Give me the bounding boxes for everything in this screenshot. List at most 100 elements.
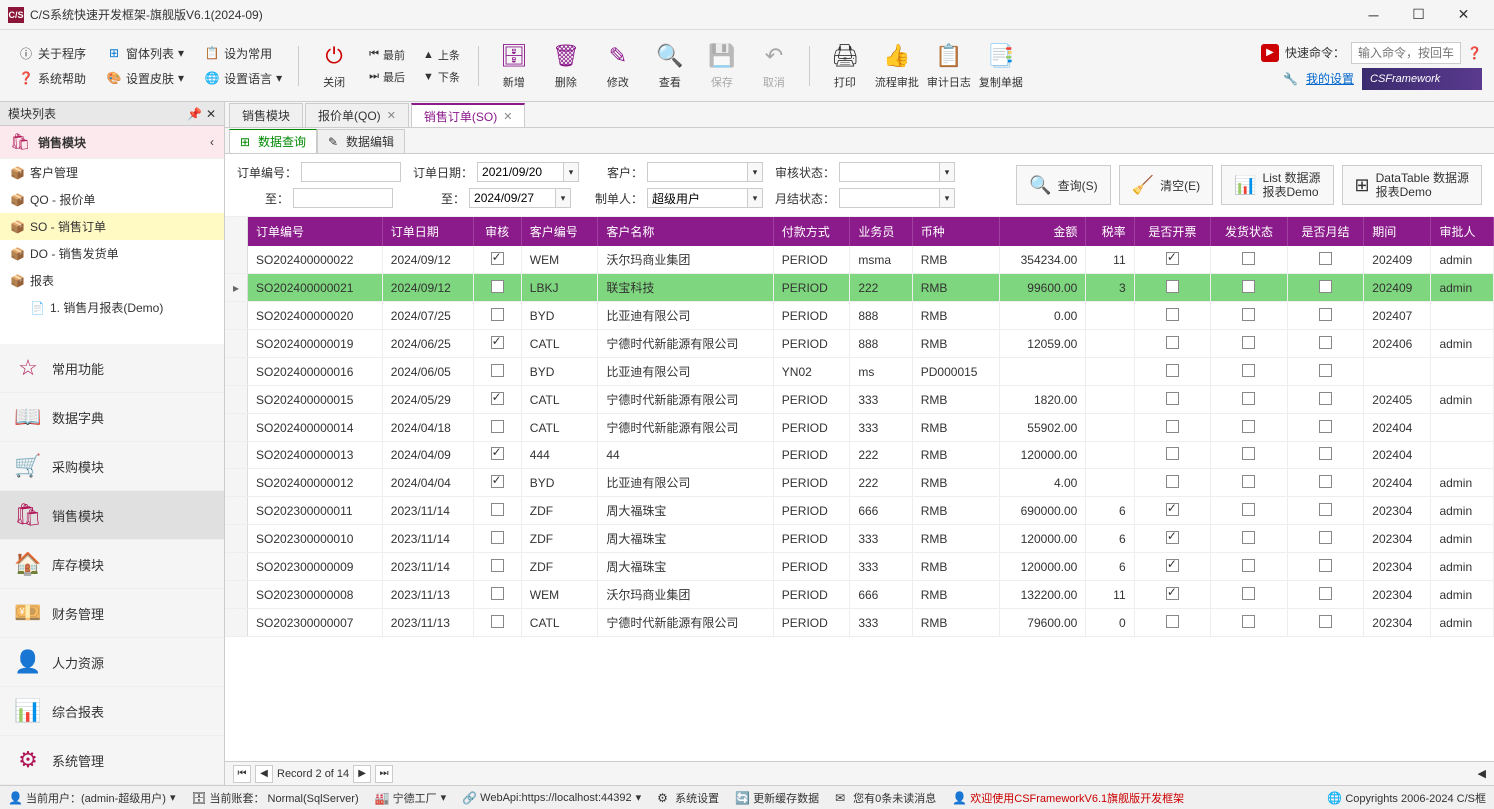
nav-last-button[interactable]: ⏭ <box>375 765 393 783</box>
column-header[interactable]: 订单编号 <box>248 217 383 246</box>
pin-icon[interactable]: 📌 <box>187 107 202 121</box>
auditlog-button[interactable]: 📋审计日志 <box>924 36 974 96</box>
checkbox[interactable] <box>491 475 504 488</box>
dropdown-icon[interactable]: ▾ <box>563 162 579 182</box>
orderno-input[interactable] <box>301 162 401 182</box>
about-menu[interactable]: ⓘ关于程序 <box>12 43 92 64</box>
dropdown-icon[interactable]: ▾ <box>939 162 955 182</box>
help-icon[interactable]: ❓ <box>1467 46 1482 60</box>
checkbox[interactable] <box>1319 308 1332 321</box>
checkbox[interactable] <box>1166 392 1179 405</box>
checkbox[interactable] <box>1166 503 1179 516</box>
checkbox[interactable] <box>1242 615 1255 628</box>
column-header[interactable]: 客户编号 <box>521 217 598 246</box>
sidebar-item[interactable]: 📦SO - 销售订单 <box>0 213 224 240</box>
table-row[interactable]: SO202300000010 2023/11/14 ZDF 周大福珠宝 PERI… <box>225 525 1494 553</box>
column-header[interactable]: 业务员 <box>850 217 912 246</box>
column-header[interactable]: 期间 <box>1364 217 1431 246</box>
checkbox[interactable] <box>491 280 504 293</box>
table-row[interactable]: SO202400000019 2024/06/25 CATL 宁德时代新能源有限… <box>225 330 1494 358</box>
checkbox[interactable] <box>1242 252 1255 265</box>
checkbox[interactable] <box>1242 364 1255 377</box>
checkbox[interactable] <box>1319 615 1332 628</box>
checkbox[interactable] <box>1319 587 1332 600</box>
checkbox[interactable] <box>1166 587 1179 600</box>
checkbox[interactable] <box>1242 308 1255 321</box>
checkbox[interactable] <box>1242 531 1255 544</box>
status-factory[interactable]: 🏭宁德工厂▾ <box>375 790 447 806</box>
checkbox[interactable] <box>1166 615 1179 628</box>
checkbox[interactable] <box>1242 559 1255 572</box>
last-button[interactable]: ⏭最后 <box>365 67 409 87</box>
datatable-demo-button[interactable]: ⊞DataTable 数据源报表Demo <box>1342 165 1482 205</box>
checkbox[interactable] <box>1166 531 1179 544</box>
column-header[interactable]: 发货状态 <box>1211 217 1288 246</box>
tab[interactable]: 报价单(QO)✕ <box>305 103 409 127</box>
table-row[interactable]: SO202400000014 2024/04/18 CATL 宁德时代新能源有限… <box>225 414 1494 442</box>
my-settings-link[interactable]: 我的设置 <box>1306 70 1354 87</box>
add-button[interactable]: 🗄新增 <box>489 36 539 96</box>
next-button[interactable]: ▼下条 <box>419 67 464 87</box>
checkbox[interactable] <box>1166 252 1179 265</box>
module-item[interactable]: ☆常用功能 <box>0 344 224 393</box>
first-button[interactable]: ⏮最前 <box>365 45 409 65</box>
column-header[interactable]: 付款方式 <box>773 217 850 246</box>
dropdown-icon[interactable]: ▾ <box>939 188 955 208</box>
subtab[interactable]: ✎数据编辑 <box>317 129 405 153</box>
table-row[interactable]: SO202300000008 2023/11/13 WEM 沃尔玛商业集团 PE… <box>225 581 1494 609</box>
orderno-to-input[interactable] <box>293 188 393 208</box>
checkbox[interactable] <box>1166 308 1179 321</box>
table-row[interactable]: SO202400000016 2024/06/05 BYD 比亚迪有限公司 YN… <box>225 358 1494 386</box>
checkbox[interactable] <box>491 364 504 377</box>
sidebar-item[interactable]: 📦QO - 报价单 <box>0 186 224 213</box>
checkbox[interactable] <box>491 336 504 349</box>
copydoc-button[interactable]: 📑复制单据 <box>976 36 1026 96</box>
checkbox[interactable] <box>1166 420 1179 433</box>
table-row[interactable]: SO202400000012 2024/04/04 BYD 比亚迪有限公司 PE… <box>225 469 1494 497</box>
checkbox[interactable] <box>1319 392 1332 405</box>
prev-button[interactable]: ▲上条 <box>419 45 464 65</box>
scroll-left-button[interactable]: ◀ <box>1478 767 1486 780</box>
quick-cmd-input[interactable] <box>1351 42 1461 64</box>
column-header[interactable]: 审核 <box>473 217 521 246</box>
status-messages[interactable]: ✉您有0条未读消息 <box>835 790 936 806</box>
sidebar-item[interactable]: 📦DO - 销售发货单 <box>0 240 224 267</box>
table-row[interactable]: SO202400000022 2024/09/12 WEM 沃尔玛商业集团 PE… <box>225 246 1494 274</box>
checkbox[interactable] <box>1242 447 1255 460</box>
view-button[interactable]: 🔍查看 <box>645 36 695 96</box>
print-button[interactable]: 🖨打印 <box>820 36 870 96</box>
query-button[interactable]: 🔍查询(S) <box>1016 165 1110 205</box>
checkbox[interactable] <box>491 252 504 265</box>
subtab[interactable]: ⊞数据查询 <box>229 129 317 153</box>
checkbox[interactable] <box>1166 447 1179 460</box>
checkbox[interactable] <box>1166 280 1179 293</box>
status-refresh[interactable]: 🔄更新缓存数据 <box>735 790 819 806</box>
checkbox[interactable] <box>1242 336 1255 349</box>
dropdown-icon[interactable]: ▾ <box>555 188 571 208</box>
set-common-menu[interactable]: 📋设为常用 <box>198 43 278 64</box>
table-row[interactable]: ▸ SO202400000021 2024/09/12 LBKJ 联宝科技 PE… <box>225 274 1494 302</box>
checkbox[interactable] <box>1242 392 1255 405</box>
forms-menu[interactable]: ⊞窗体列表▾ <box>100 43 190 64</box>
sidebar-item[interactable]: 📄1. 销售月报表(Demo) <box>0 294 224 321</box>
column-header[interactable]: 是否开票 <box>1134 217 1211 246</box>
checkbox[interactable] <box>1242 280 1255 293</box>
list-demo-button[interactable]: 📊List 数据源报表Demo <box>1221 165 1333 205</box>
sidebar-item[interactable]: 📦客户管理 <box>0 159 224 186</box>
checkbox[interactable] <box>1242 475 1255 488</box>
sidebar-group-sales[interactable]: 🛍 销售模块 ‹ <box>0 126 224 159</box>
checkbox[interactable] <box>491 420 504 433</box>
maximize-button[interactable]: ☐ <box>1396 1 1441 29</box>
close-button[interactable]: ⏻关闭 <box>309 36 359 96</box>
module-item[interactable]: 👤人力资源 <box>0 638 224 687</box>
tab-close-icon[interactable]: ✕ <box>387 109 396 122</box>
checkbox[interactable] <box>1319 559 1332 572</box>
date-from-input[interactable] <box>477 162 563 182</box>
checkbox[interactable] <box>491 559 504 572</box>
auditstatus-input[interactable] <box>839 162 939 182</box>
checkbox[interactable] <box>1319 503 1332 516</box>
column-header[interactable]: 币种 <box>912 217 999 246</box>
checkbox[interactable] <box>491 615 504 628</box>
module-item[interactable]: 📊综合报表 <box>0 687 224 736</box>
checkbox[interactable] <box>1319 420 1332 433</box>
